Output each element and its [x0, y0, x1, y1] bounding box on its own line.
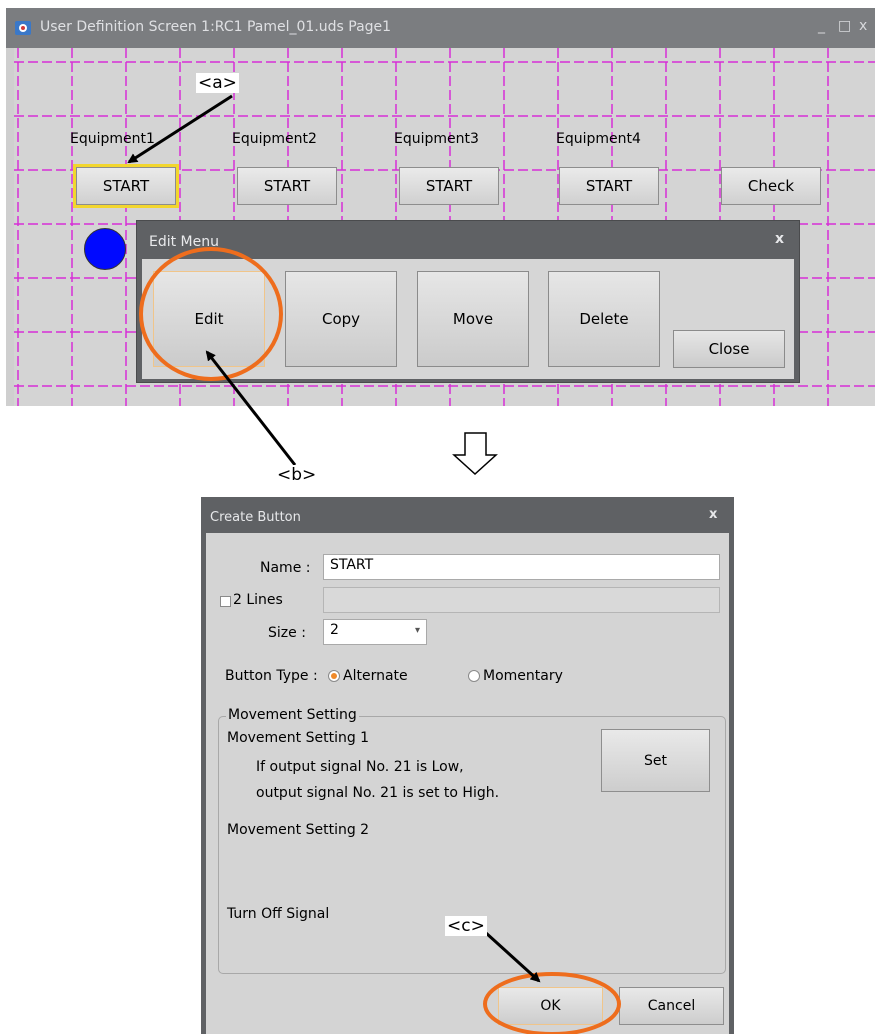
- callout-c: <c>: [445, 916, 487, 936]
- callout-a: <a>: [196, 73, 239, 93]
- arrow-a: [127, 94, 233, 164]
- callout-b: <b>: [275, 465, 319, 485]
- arrow-c: [484, 931, 541, 983]
- flow-down-arrow-icon: [452, 432, 498, 476]
- annotation-overlay: [127, 94, 621, 1034]
- ok-highlight-circle: [483, 972, 621, 1034]
